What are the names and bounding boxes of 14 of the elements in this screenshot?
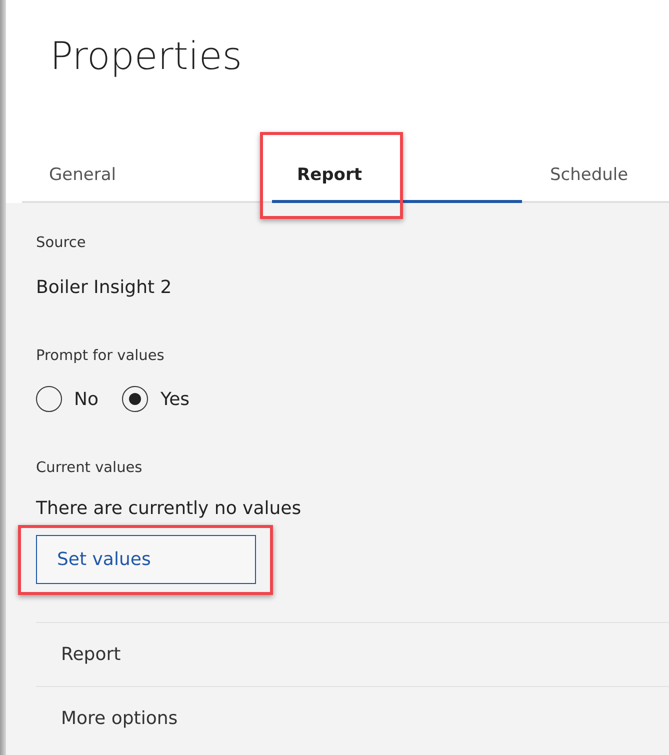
radio-option[interactable]: No xyxy=(36,386,98,412)
field-value: Boiler Insight 2 xyxy=(36,277,173,298)
tab[interactable]: Report xyxy=(272,149,522,203)
tab[interactable]: General xyxy=(22,149,272,203)
set-values-button[interactable]: Set values xyxy=(36,535,256,584)
radio-option[interactable]: Yes xyxy=(122,386,190,412)
section-header[interactable]: More options xyxy=(61,708,178,729)
field-label: Prompt for values xyxy=(36,348,166,364)
page-title: Properties xyxy=(49,33,244,80)
section-header[interactable]: Report xyxy=(61,644,121,665)
field-label: Current values xyxy=(36,460,144,476)
field-label: Source xyxy=(36,235,87,251)
tab[interactable]: Schedule xyxy=(522,149,669,203)
info-text: There are currently no values xyxy=(36,498,302,519)
